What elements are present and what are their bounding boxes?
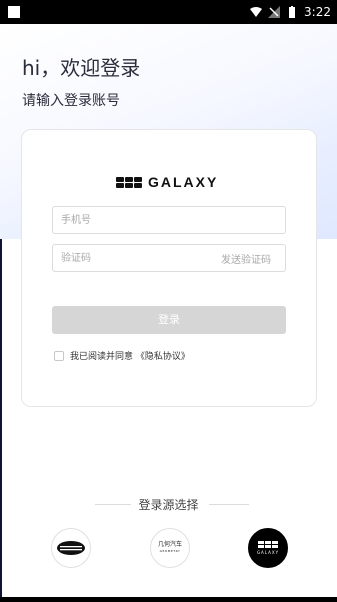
phone-input[interactable] bbox=[59, 207, 203, 233]
notification-icon bbox=[8, 6, 20, 18]
galaxy-mark-icon bbox=[257, 541, 279, 548]
brand-logo: GALAXY bbox=[116, 174, 218, 190]
status-bar: 3:22 bbox=[0, 0, 337, 24]
geely-icon bbox=[57, 541, 85, 555]
greeting-subtitle: 请输入登录账号 bbox=[22, 93, 120, 109]
brand-text: GALAXY bbox=[148, 174, 219, 190]
wifi-icon bbox=[250, 7, 263, 17]
geometry-logo-option[interactable]: 几何汽车 GEOMETRY bbox=[150, 528, 190, 568]
divider-right bbox=[209, 504, 249, 505]
login-card: GALAXY 发送验证码 登录 我已阅读并同意 《隐私协议》 bbox=[21, 129, 317, 407]
galaxy-logo-option[interactable]: GALAXY bbox=[248, 528, 288, 568]
agreement-row: 我已阅读并同意 《隐私协议》 bbox=[54, 349, 190, 362]
galaxy-small-label: GALAXY bbox=[256, 550, 280, 555]
login-source-title: 登录源选择 bbox=[138, 498, 199, 512]
agreement-checkbox[interactable] bbox=[54, 350, 64, 361]
bottom-bar bbox=[0, 597, 337, 602]
status-time: 3:22 bbox=[304, 5, 331, 19]
galaxy-logo-icon bbox=[116, 176, 142, 188]
geometry-en-label: GEOMETRY bbox=[159, 549, 181, 553]
phone-field-wrapper bbox=[52, 206, 286, 234]
geely-logo-option[interactable] bbox=[51, 528, 91, 568]
battery-icon bbox=[289, 6, 296, 18]
signal-off-icon bbox=[268, 6, 281, 18]
greeting-title: hi，欢迎登录 bbox=[22, 56, 141, 80]
agreement-text[interactable]: 我已阅读并同意 《隐私协议》 bbox=[70, 349, 190, 362]
login-button[interactable]: 登录 bbox=[52, 306, 286, 334]
verification-code-input[interactable] bbox=[59, 245, 203, 271]
geometry-cn-label: 几何汽车 bbox=[157, 541, 182, 548]
send-code-button[interactable]: 发送验证码 bbox=[221, 251, 271, 266]
code-field-wrapper: 发送验证码 bbox=[52, 244, 286, 272]
